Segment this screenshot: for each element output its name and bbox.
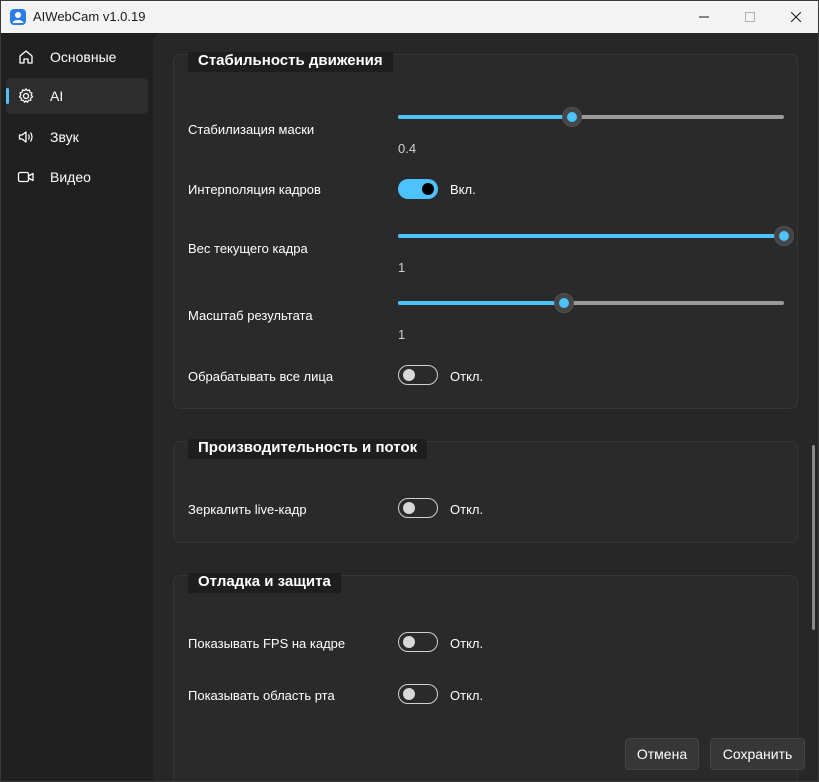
sidebar-item-general[interactable]: Основные bbox=[6, 39, 148, 75]
slider-fill bbox=[398, 115, 572, 119]
settings-content: Стабильность движения Стабилизация маски… bbox=[153, 33, 818, 781]
show-fps-toggle[interactable] bbox=[398, 632, 438, 652]
app-logo-icon bbox=[10, 9, 26, 25]
process-all-faces-toggle[interactable] bbox=[398, 365, 438, 385]
slider-thumb[interactable] bbox=[774, 226, 794, 246]
toggle-knob bbox=[403, 369, 415, 381]
section-motion-stability: Стабильность движения Стабилизация маски… bbox=[173, 52, 798, 409]
mask-stabilization-value: 0.4 bbox=[398, 141, 417, 156]
active-indicator bbox=[6, 88, 9, 104]
close-button[interactable] bbox=[773, 1, 818, 33]
sidebar: Основные AI Звук Видео bbox=[1, 33, 153, 781]
vertical-scrollbar[interactable] bbox=[812, 445, 815, 630]
sidebar-item-label: Основные bbox=[50, 49, 117, 65]
section-performance: Производительность и поток Зеркалить liv… bbox=[173, 439, 798, 543]
mirror-live-toggle[interactable] bbox=[398, 498, 438, 518]
section-debug: Отладка и защита Показывать FPS на кадре… bbox=[173, 573, 798, 781]
window-title: AIWebCam v1.0.19 bbox=[33, 9, 146, 24]
cancel-button[interactable]: Отмена bbox=[625, 738, 699, 770]
mirror-live-label: Зеркалить live-кадр bbox=[188, 502, 307, 517]
show-mouth-state: Откл. bbox=[450, 688, 484, 703]
show-mouth-label: Показывать область рта bbox=[188, 688, 335, 703]
mirror-live-state: Откл. bbox=[450, 502, 484, 517]
minimize-icon bbox=[699, 16, 709, 18]
process-all-faces-state: Откл. bbox=[450, 369, 484, 384]
section-title-plate: Производительность и поток bbox=[188, 439, 428, 459]
toggle-knob bbox=[403, 688, 415, 700]
section-title-plate: Отладка и защита bbox=[188, 573, 341, 593]
section-title: Стабильность движения bbox=[198, 52, 383, 69]
mask-stabilization-label: Стабилизация маски bbox=[188, 122, 315, 137]
mask-stabilization-slider[interactable] bbox=[398, 107, 784, 127]
video-camera-icon bbox=[17, 171, 34, 183]
section-title: Производительность и поток bbox=[198, 439, 418, 456]
maximize-button[interactable] bbox=[727, 1, 773, 33]
title-bar: AIWebCam v1.0.19 bbox=[1, 1, 818, 33]
frame-interpolation-label: Интерполяция кадров bbox=[188, 182, 321, 197]
show-fps-state: Откл. bbox=[450, 636, 484, 651]
gear-icon bbox=[18, 88, 34, 103]
speaker-icon bbox=[18, 131, 33, 143]
slider-thumb[interactable] bbox=[561, 107, 582, 127]
sidebar-item-video[interactable]: Видео bbox=[6, 159, 148, 195]
result-scale-slider[interactable] bbox=[398, 293, 784, 313]
toggle-knob bbox=[422, 183, 434, 195]
home-icon bbox=[19, 50, 33, 64]
close-icon bbox=[791, 12, 801, 22]
result-scale-label: Масштаб результата bbox=[188, 308, 313, 323]
sidebar-item-ai[interactable]: AI bbox=[6, 78, 148, 114]
sidebar-item-label: Видео bbox=[50, 169, 91, 185]
frame-interpolation-toggle[interactable] bbox=[398, 179, 438, 199]
section-title-plate: Стабильность движения bbox=[188, 52, 393, 72]
minimize-button[interactable] bbox=[681, 1, 727, 33]
current-frame-weight-slider[interactable] bbox=[398, 226, 794, 246]
slider-thumb[interactable] bbox=[553, 293, 574, 313]
show-fps-label: Показывать FPS на кадре bbox=[188, 636, 346, 651]
current-frame-weight-value: 1 bbox=[398, 260, 406, 275]
current-frame-weight-label: Вес текущего кадра bbox=[188, 241, 308, 256]
frame-interpolation-state: Вкл. bbox=[450, 182, 476, 197]
maximize-icon bbox=[745, 12, 755, 22]
toggle-knob bbox=[403, 636, 415, 648]
section-title: Отладка и защита bbox=[198, 573, 331, 590]
slider-fill bbox=[398, 301, 564, 305]
sidebar-item-sound[interactable]: Звук bbox=[6, 119, 148, 155]
show-mouth-toggle[interactable] bbox=[398, 684, 438, 704]
slider-fill bbox=[398, 234, 784, 238]
result-scale-value: 1 bbox=[398, 327, 406, 342]
toggle-knob bbox=[403, 502, 415, 514]
save-button[interactable]: Сохранить bbox=[710, 738, 805, 770]
sidebar-item-label: AI bbox=[50, 88, 64, 104]
sidebar-item-label: Звук bbox=[50, 129, 79, 145]
app-window: AIWebCam v1.0.19 Основные AI Звук Видео … bbox=[0, 0, 819, 782]
process-all-faces-label: Обрабатывать все лица bbox=[188, 369, 334, 384]
